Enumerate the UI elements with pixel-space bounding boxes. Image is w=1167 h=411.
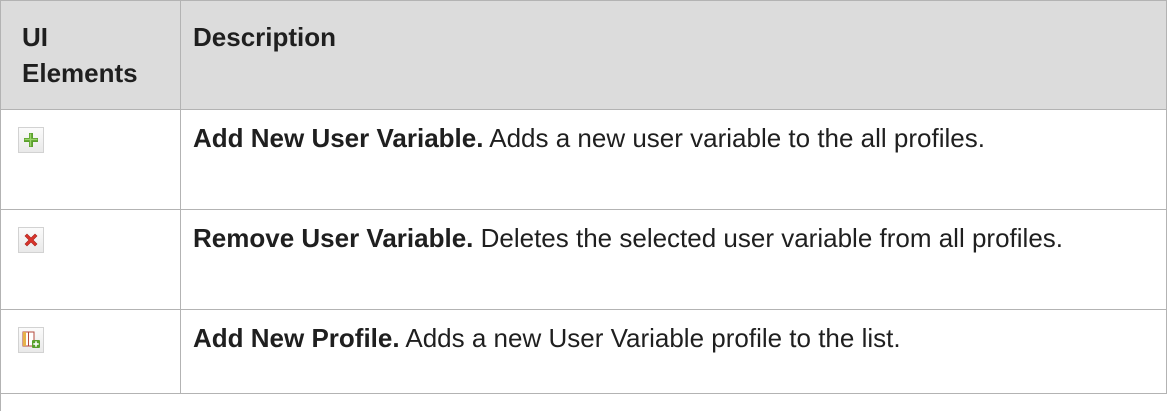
description-cell: Add New User Variable. Adds a new user v… — [180, 109, 1167, 210]
term-add-new-profile: Add New Profile. — [193, 323, 400, 353]
description-text: Adds a new User Variable profile to the … — [399, 323, 901, 353]
term-remove-user-variable: Remove User Variable. — [193, 223, 474, 253]
ui-elements-table: UI Elements Description Add New User Var… — [0, 0, 1167, 394]
description-cell: Remove User Variable. Deletes the select… — [180, 209, 1167, 310]
term-add-new-user-variable: Add New User Variable. — [193, 123, 484, 153]
table-row: Add New Profile. Adds a new User Variabl… — [0, 309, 1167, 394]
description-text: Deletes the selected user variable from … — [473, 223, 1063, 253]
add-plus-icon[interactable] — [18, 127, 44, 153]
table-row: Remove User Variable. Deletes the select… — [0, 209, 1167, 310]
header-ui-elements: UI Elements — [0, 0, 181, 110]
table-row: Add New User Variable. Adds a new user v… — [0, 109, 1167, 210]
ui-element-cell — [0, 109, 181, 210]
description-text: Adds a new user variable to the all prof… — [483, 123, 985, 153]
ui-element-cell — [0, 209, 181, 310]
ui-element-cell — [0, 309, 181, 394]
remove-x-icon[interactable] — [18, 227, 44, 253]
add-profile-icon[interactable] — [18, 327, 44, 353]
table-header-row: UI Elements Description — [0, 0, 1167, 110]
description-cell: Add New Profile. Adds a new User Variabl… — [180, 309, 1167, 394]
header-description: Description — [180, 0, 1167, 110]
